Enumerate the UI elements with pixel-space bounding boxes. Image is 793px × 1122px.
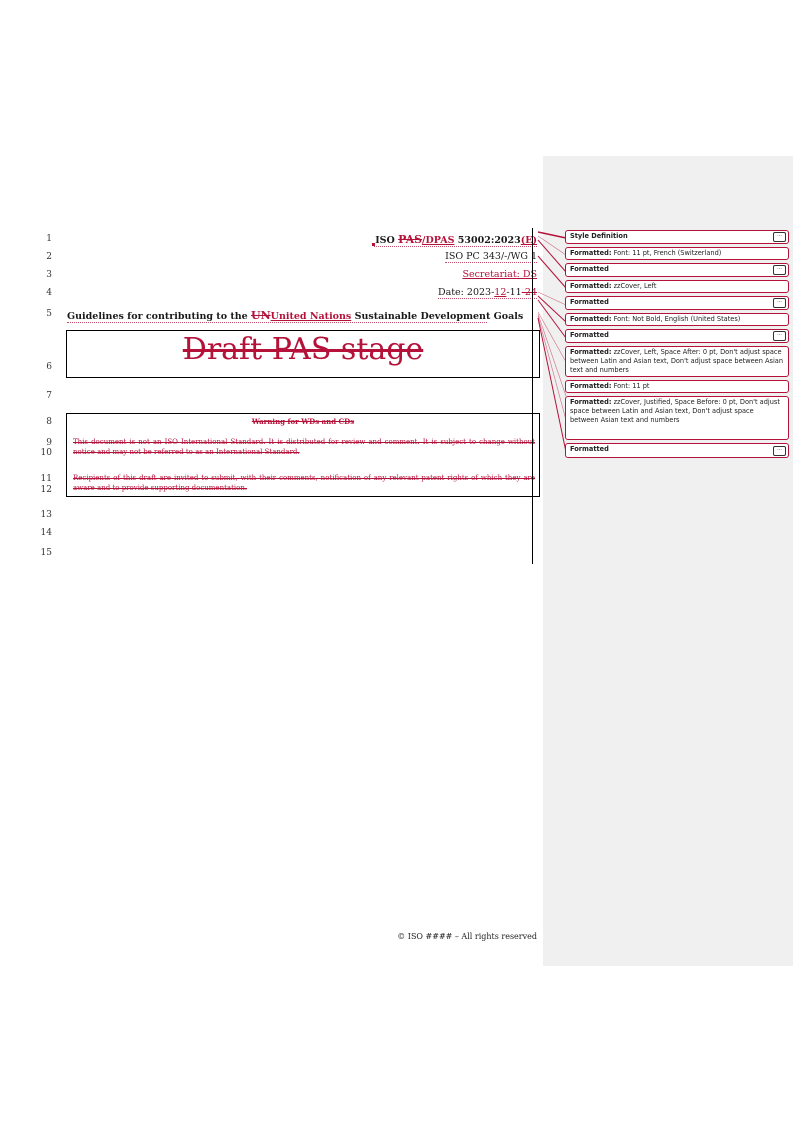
more-button[interactable]: ...: [773, 446, 786, 456]
more-button[interactable]: ...: [773, 298, 786, 308]
balloon-formatted[interactable]: Formatted: Font: 11 pt, French (Switzerl…: [565, 247, 789, 260]
balloon-formatted[interactable]: Formatted: Font: 11 pt: [565, 380, 789, 393]
connector-line: [537, 239, 567, 273]
balloon-formatted[interactable]: Formatted: zzCover, Justified, Space Bef…: [565, 396, 789, 440]
balloon-style-definition[interactable]: Style Definition ...: [565, 230, 789, 244]
connector-line: [537, 317, 567, 453]
more-button[interactable]: ...: [773, 232, 786, 242]
more-button[interactable]: ...: [773, 265, 786, 275]
more-button[interactable]: ...: [773, 331, 786, 341]
balloon-formatted[interactable]: Formatted ...: [565, 263, 789, 277]
balloon-formatted[interactable]: Formatted: zzCover, Left, Space After: 0…: [565, 346, 789, 377]
balloon-connectors: [537, 231, 567, 453]
balloon-formatted[interactable]: Formatted: zzCover, Left: [565, 280, 789, 293]
connector-line: [537, 255, 567, 289]
balloon-formatted[interactable]: Formatted: Font: Not Bold, English (Unit…: [565, 313, 789, 326]
balloon-formatted[interactable]: Formatted ...: [565, 443, 789, 458]
connector-line: [537, 231, 567, 239]
connector-line: [537, 291, 567, 306]
balloon-formatted[interactable]: Formatted ...: [565, 296, 789, 310]
connector-line: [537, 295, 567, 323]
balloon-formatted[interactable]: Formatted ...: [565, 329, 789, 343]
